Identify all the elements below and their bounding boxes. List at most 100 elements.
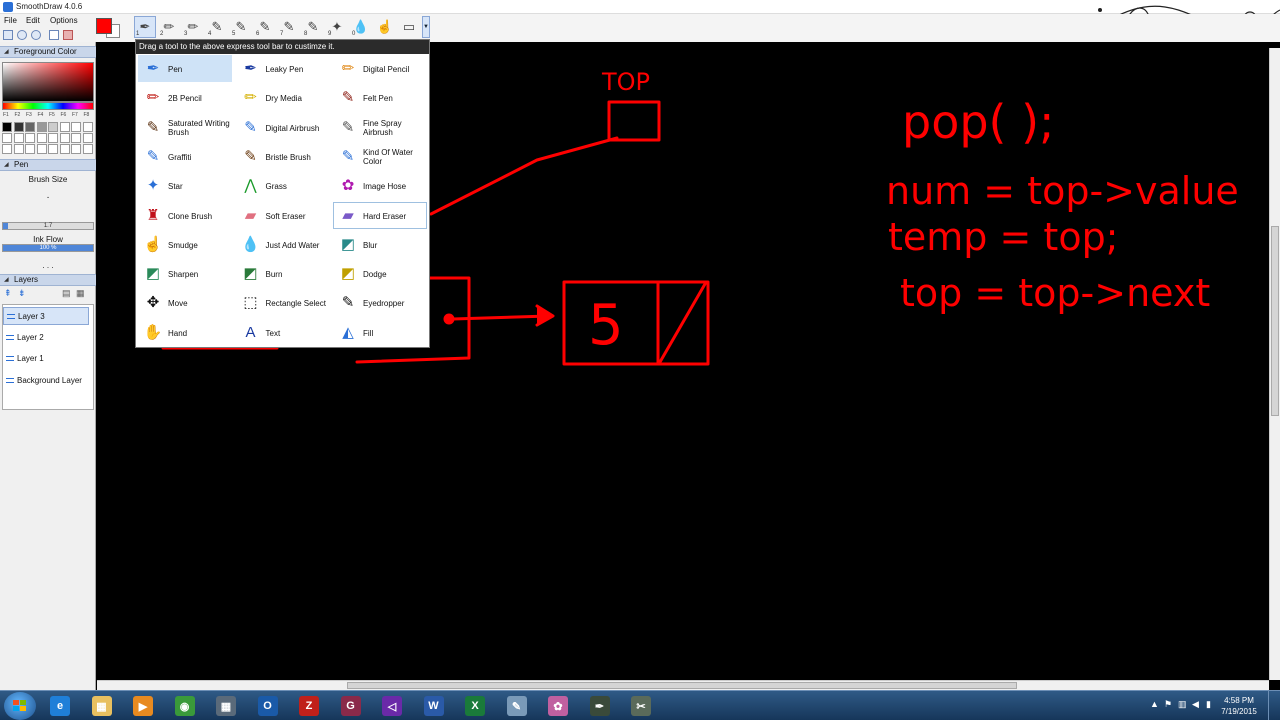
color-swatch[interactable] [82, 133, 93, 143]
tool-option[interactable]: ✋ Hand [138, 319, 232, 346]
color-swatch[interactable] [13, 122, 24, 132]
tool-option[interactable]: ⬚ Rectangle Select [236, 289, 330, 316]
tool-option[interactable]: ◩ Sharpen [138, 260, 232, 287]
tool-option[interactable]: ✎ Fine Spray Airbrush [333, 114, 427, 141]
tool-option[interactable]: ◩ Dodge [333, 260, 427, 287]
undo-icon[interactable] [17, 30, 27, 40]
network-icon[interactable]: ▥ [1178, 699, 1187, 710]
save-icon[interactable] [3, 30, 13, 40]
toolbar-tool-1[interactable]: ✒ 1 [134, 16, 156, 38]
show-hidden-icons-icon[interactable]: ▲ [1150, 699, 1159, 709]
hue-bar[interactable] [2, 102, 94, 110]
pen-header[interactable]: Pen [0, 159, 96, 171]
taskbar-app-button[interactable]: Z [291, 693, 327, 719]
layer-folder-icon[interactable]: ▤ [62, 288, 71, 299]
ink-flow-slider[interactable]: 100 % [2, 244, 94, 252]
tool-option[interactable]: ✏ Digital Pencil [333, 55, 427, 82]
taskbar-app-button[interactable]: ◁ [374, 693, 410, 719]
color-swatch[interactable] [59, 144, 70, 154]
tool-option[interactable]: ✏ 2B Pencil [138, 84, 232, 111]
move-layer-down-icon[interactable]: ⇟ [18, 288, 26, 299]
start-button[interactable] [4, 692, 36, 720]
menu-file[interactable]: File [4, 16, 17, 25]
tool-option[interactable]: ◩ Blur [333, 231, 427, 258]
tool-option[interactable]: ✒ Pen [138, 55, 232, 82]
toolbar-tool-12[interactable]: ▭ [398, 16, 420, 38]
toolbar-tool-3[interactable]: ✏ 3 [182, 16, 204, 38]
color-swatch[interactable] [48, 133, 58, 143]
taskbar-app-button[interactable]: W [416, 693, 452, 719]
tool-option[interactable]: ◭ Fill [333, 319, 427, 346]
taskbar-app-button[interactable]: e [42, 693, 78, 719]
toolbar-tool-9[interactable]: ✦ 9 [326, 16, 348, 38]
taskbar-app-button[interactable]: ◉ [167, 693, 203, 719]
tool-option[interactable]: ◩ Burn [236, 260, 330, 287]
clear-icon[interactable] [63, 30, 73, 40]
tool-option[interactable]: A Text [236, 319, 330, 346]
system-clock[interactable]: 4:58 PM 7/19/2015 [1215, 695, 1263, 717]
color-swatch[interactable] [13, 133, 24, 143]
taskbar-app-button[interactable]: ✿ [540, 693, 576, 719]
layer-item[interactable]: Layer 3 [3, 307, 89, 325]
color-swatch[interactable] [82, 144, 93, 154]
layer-item[interactable]: Background Layer [3, 372, 89, 390]
layer-item[interactable]: Layer 2 [3, 329, 89, 347]
tool-option[interactable]: ✎ Felt Pen [333, 84, 427, 111]
tool-option[interactable]: ✎ Saturated Writing Brush [138, 114, 232, 141]
taskbar-app-button[interactable]: G [333, 693, 369, 719]
tool-option[interactable]: ♜ Clone Brush [138, 202, 232, 229]
flag-icon[interactable]: ⚑ [1164, 699, 1172, 710]
tool-option[interactable]: 💧 Just Add Water [236, 231, 330, 258]
tool-option[interactable]: ✥ Move [138, 289, 232, 316]
more-options-dots[interactable]: . . . [0, 261, 96, 270]
color-picker[interactable] [2, 62, 94, 102]
redo-icon[interactable] [31, 30, 41, 40]
color-swatch[interactable] [2, 144, 12, 154]
tool-option[interactable]: ✎ Graffiti [138, 143, 232, 170]
color-swatch[interactable] [13, 144, 24, 154]
taskbar-app-button[interactable]: X [457, 693, 493, 719]
tool-option[interactable]: ✿ Image Hose [333, 172, 427, 199]
color-swatch[interactable] [48, 122, 58, 132]
toolbar-tool-7[interactable]: ✎ 7 [278, 16, 300, 38]
color-swatch[interactable] [36, 133, 47, 143]
taskbar-app-button[interactable]: ✎ [499, 693, 535, 719]
menu-edit[interactable]: Edit [26, 16, 40, 25]
taskbar-app-button[interactable]: ▶ [125, 693, 161, 719]
color-swatch[interactable] [48, 144, 58, 154]
tool-option[interactable]: ☝ Smudge [138, 231, 232, 258]
vertical-scrollbar[interactable] [1269, 48, 1280, 680]
color-swatch[interactable] [59, 133, 70, 143]
tool-option[interactable]: ✏ Dry Media [236, 84, 330, 111]
toolbar-tool-2[interactable]: ✏ 2 [158, 16, 180, 38]
move-layer-up-icon[interactable]: ⇞ [4, 288, 12, 299]
color-swatch[interactable] [59, 122, 70, 132]
layer-options-icon[interactable]: ▦ [76, 288, 85, 299]
color-swatch[interactable] [36, 122, 47, 132]
toolbar-tool-8[interactable]: ✎ 8 [302, 16, 324, 38]
layers-header[interactable]: Layers [0, 274, 96, 286]
color-swatch[interactable] [25, 122, 35, 132]
color-swatch[interactable] [2, 122, 12, 132]
tool-option[interactable]: ✎ Bristle Brush [236, 143, 330, 170]
color-swatch[interactable] [25, 133, 35, 143]
taskbar-app-button[interactable]: ✂ [623, 693, 659, 719]
toolbar-tool-5[interactable]: ✎ 5 [230, 16, 252, 38]
toolbar-tool-4[interactable]: ✎ 4 [206, 16, 228, 38]
tool-option[interactable]: ▰ Hard Eraser [333, 201, 427, 229]
color-swatch[interactable] [36, 144, 47, 154]
new-page-icon[interactable] [49, 30, 59, 40]
color-swatch[interactable] [71, 144, 81, 154]
tool-option[interactable]: ▰ Soft Eraser [236, 202, 330, 229]
color-swatch[interactable] [2, 133, 12, 143]
brush-size-slider[interactable]: 1.7 [2, 222, 94, 230]
tool-option[interactable]: ⋀ Grass [236, 172, 330, 199]
foreground-color-swatch[interactable] [96, 18, 112, 34]
color-swatch[interactable] [82, 122, 93, 132]
foreground-color-header[interactable]: Foreground Color [0, 46, 96, 58]
taskbar-app-button[interactable]: ▦ [208, 693, 244, 719]
color-swatch[interactable] [71, 133, 81, 143]
volume-icon[interactable]: ◀ [1192, 699, 1199, 710]
taskbar-app-button[interactable]: O [250, 693, 286, 719]
color-swatch[interactable] [71, 122, 81, 132]
